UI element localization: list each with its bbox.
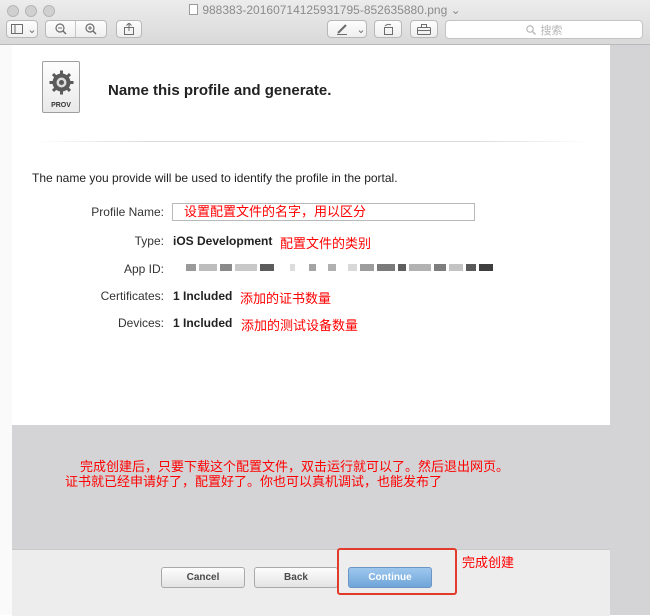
app-id-redacted-value-2: [290, 264, 493, 271]
devices-annotation: 添加的测试设备数量: [241, 318, 359, 333]
gear-icon: [49, 70, 74, 95]
cancel-button[interactable]: Cancel: [161, 567, 245, 588]
markup-button[interactable]: ⌄: [327, 20, 367, 38]
page-title: Name this profile and generate.: [108, 82, 332, 99]
app-id-label: App ID:: [123, 262, 164, 276]
sidebar-icon: [7, 21, 27, 37]
search-input[interactable]: 搜索: [445, 20, 643, 39]
annotation-band: 完成创建后，只要下载这个配置文件，双击运行就可以了。然后退出网页。 证书就已经申…: [12, 425, 610, 549]
prov-icon-label: PROV: [51, 102, 71, 109]
toolbox-icon: [417, 23, 431, 35]
certificates-annotation: 添加的证书数量: [240, 291, 332, 306]
description-text: The name you provide will be used to ide…: [32, 171, 398, 185]
share-button[interactable]: [116, 20, 142, 38]
window-title: 988383-20160714125931795-852635880.png ⌄: [0, 2, 650, 18]
profile-name-label: Profile Name:: [91, 205, 164, 219]
continue-highlight-box: [337, 548, 457, 595]
type-value: iOS Development: [173, 234, 273, 248]
chevron-down-icon: ⌄: [27, 23, 37, 36]
certificates-value: 1 Included: [173, 289, 233, 303]
chevron-down-icon: ⌄: [356, 23, 366, 36]
back-button[interactable]: Back: [254, 567, 338, 588]
pen-icon: [328, 21, 356, 37]
share-icon: [124, 23, 134, 35]
window-titlebar: 988383-20160714125931795-852635880.png ⌄…: [0, 0, 650, 45]
certificates-label: Certificates:: [100, 289, 164, 303]
chevron-down-icon[interactable]: ⌄: [451, 3, 461, 17]
rotate-button[interactable]: [374, 20, 402, 38]
right-margin: [610, 45, 650, 615]
annotation-line-2: 证书就已经申请好了，配置好了。你也可以真机调试，也能发布了: [65, 474, 443, 489]
profile-name-value: 设置配置文件的名字，用以区分: [184, 204, 367, 219]
continue-annotation: 完成创建: [462, 555, 515, 570]
app-id-redacted-value: [186, 264, 274, 271]
window-title-text: 988383-20160714125931795-852635880.png: [202, 3, 448, 17]
profile-name-field[interactable]: 设置配置文件的名字，用以区分: [172, 203, 475, 221]
sidebar-toggle-button[interactable]: ⌄: [6, 20, 38, 38]
rotate-icon: [384, 23, 393, 35]
devices-value: 1 Included: [173, 316, 233, 330]
type-annotation: 配置文件的类别: [280, 236, 372, 251]
devices-label: Devices:: [117, 316, 164, 330]
document-icon: [189, 4, 199, 15]
provisioning-profile-icon: PROV: [42, 61, 80, 113]
zoom-out-icon[interactable]: [46, 21, 75, 37]
zoom-controls: [45, 20, 107, 38]
search-placeholder: 搜索: [540, 24, 563, 37]
toolbox-button[interactable]: [410, 20, 438, 38]
zoom-in-icon[interactable]: [75, 21, 106, 37]
left-margin: [0, 45, 12, 615]
type-label: Type:: [134, 234, 164, 248]
search-icon: [525, 24, 536, 35]
profile-panel: PROV Name this profile and generate. The…: [12, 45, 610, 616]
divider: [32, 141, 592, 142]
